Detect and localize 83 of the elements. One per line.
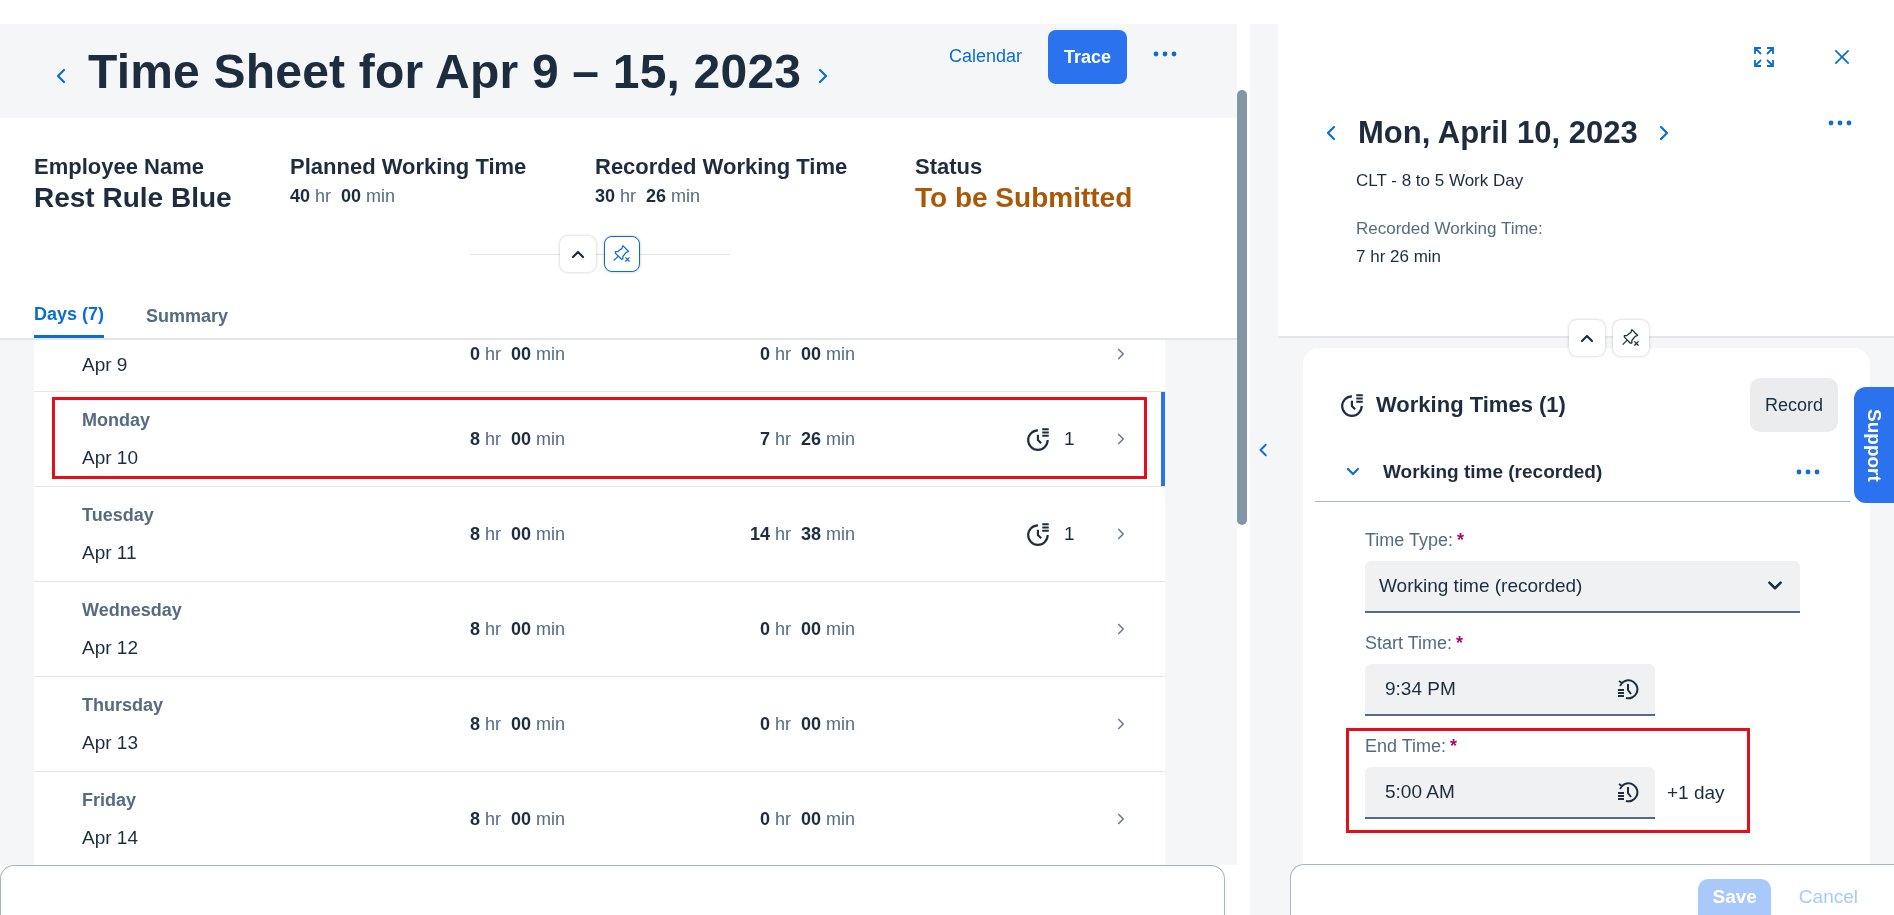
record-button[interactable]: Record bbox=[1749, 378, 1838, 432]
schedule-text: CLT - 8 to 5 Work Day bbox=[1356, 171, 1525, 191]
list-row[interactable]: Wednesday Apr 12 8 hr 00 min 0 hr 00 min bbox=[34, 582, 1165, 677]
chevron-right-icon[interactable] bbox=[1115, 813, 1127, 825]
date-label: Apr 11 bbox=[82, 541, 138, 564]
clock-list-icon bbox=[1026, 426, 1052, 452]
list-row[interactable]: Apr 9 0 hr 00 min 0 hr 00 min bbox=[34, 340, 1165, 392]
required-mark: * bbox=[1450, 736, 1458, 757]
planned-time: 8 hr 00 min bbox=[468, 428, 565, 450]
chevron-right-icon[interactable] bbox=[1115, 528, 1127, 540]
chevron-right-icon[interactable] bbox=[1115, 623, 1127, 635]
list-row[interactable]: Tuesday Apr 11 8 hr 00 min 14 hr 38 min 1 bbox=[34, 487, 1165, 582]
field-label: Time Type: bbox=[1365, 530, 1454, 551]
entry-title: Working time (recorded) bbox=[1383, 460, 1603, 483]
field-value: 30 hr 26 min bbox=[595, 186, 702, 207]
planned-time: 8 hr 00 min bbox=[468, 523, 565, 545]
pin-icon bbox=[1621, 328, 1641, 348]
calendar-link[interactable]: Calendar bbox=[948, 46, 1022, 67]
tab[interactable]: Summary bbox=[146, 290, 229, 338]
required-mark: * bbox=[1457, 530, 1465, 551]
unpin-button[interactable] bbox=[1613, 320, 1649, 356]
date-label: Apr 12 bbox=[82, 636, 139, 659]
field-label: Status bbox=[915, 154, 984, 180]
field-label: Employee Name bbox=[34, 154, 205, 180]
expand-icon[interactable] bbox=[1752, 45, 1776, 69]
weekday-label: Monday bbox=[82, 409, 151, 431]
recorded-time: 0 hr 00 min bbox=[758, 713, 855, 735]
recorded-time: 0 hr 00 min bbox=[758, 344, 855, 365]
pin-icon bbox=[611, 244, 632, 264]
weekday-label: Thursday bbox=[82, 694, 165, 716]
list-row[interactable]: Thursday Apr 13 8 hr 00 min 0 hr 00 min bbox=[34, 677, 1165, 772]
weekday-label: Friday bbox=[82, 789, 138, 811]
date-title: Mon, April 10, 2023 bbox=[1358, 115, 1638, 151]
recorded-time: 7 hr 26 min bbox=[758, 428, 855, 450]
date-label: Apr 10 bbox=[82, 446, 139, 469]
field-label: Recorded Working Time: bbox=[1356, 219, 1544, 239]
more-icon[interactable] bbox=[1828, 119, 1852, 127]
chevron-right-icon[interactable] bbox=[1115, 718, 1127, 730]
unpin-button[interactable] bbox=[603, 236, 640, 272]
weekday-label: Tuesday bbox=[82, 504, 155, 526]
chevron-right-icon[interactable] bbox=[1115, 433, 1127, 445]
close-icon[interactable] bbox=[1832, 47, 1852, 67]
weekday-label: Wednesday bbox=[82, 599, 183, 621]
clock-list-icon bbox=[1340, 392, 1366, 418]
planned-time: 8 hr 00 min bbox=[468, 618, 565, 640]
status-text: To be Submitted bbox=[915, 182, 1133, 214]
more-icon[interactable] bbox=[1153, 50, 1177, 58]
clock-list-icon bbox=[1026, 521, 1052, 547]
day-offset-label: +1 day bbox=[1667, 782, 1725, 804]
time-field[interactable]: 9:34 PM bbox=[1365, 664, 1655, 716]
list-row[interactable]: Monday Apr 10 8 hr 00 min 7 hr 26 min 1 bbox=[34, 392, 1165, 487]
field-value: 7 hr 26 min bbox=[1356, 247, 1443, 267]
required-mark: * bbox=[1456, 633, 1464, 654]
more-icon[interactable] bbox=[1796, 467, 1820, 476]
collapse-header-button[interactable] bbox=[559, 236, 596, 272]
recorded-time: 0 hr 00 min bbox=[758, 808, 855, 830]
planned-time: 8 hr 00 min bbox=[468, 808, 565, 830]
planned-time: 8 hr 00 min bbox=[468, 713, 565, 735]
field-label: Planned Working Time bbox=[290, 154, 528, 180]
dropdown-field[interactable]: Working time (recorded) bbox=[1365, 561, 1800, 613]
entry-count: 1 bbox=[1064, 523, 1076, 545]
planned-time: 0 hr 00 min bbox=[468, 344, 565, 365]
date-label: Apr 14 bbox=[82, 826, 139, 849]
field-label: Start Time: bbox=[1365, 633, 1453, 654]
entry-count: 1 bbox=[1064, 428, 1076, 450]
field-label: Recorded Working Time bbox=[595, 154, 849, 180]
date-label: Apr 9 bbox=[82, 354, 129, 376]
chevron-right-icon[interactable] bbox=[1115, 348, 1127, 360]
recorded-time: 0 hr 00 min bbox=[758, 618, 855, 640]
field-value: Rest Rule Blue bbox=[34, 182, 233, 214]
field-value: 40 hr 00 min bbox=[290, 186, 397, 207]
support-tab[interactable]: Support bbox=[1854, 387, 1894, 503]
field-label: End Time: bbox=[1365, 736, 1447, 757]
date-label: Apr 13 bbox=[82, 731, 139, 754]
clock-history-icon[interactable] bbox=[1615, 780, 1639, 804]
collapse-header-button[interactable] bbox=[1569, 320, 1605, 356]
time-field[interactable]: 5:00 AM bbox=[1365, 767, 1655, 819]
clock-history-icon[interactable] bbox=[1615, 677, 1639, 701]
page-title: Time Sheet for Apr 9 – 15, 2023 bbox=[88, 43, 802, 99]
recorded-time: 14 hr 38 min bbox=[748, 523, 855, 545]
section-title: Working Times (1) bbox=[1376, 392, 1566, 418]
trace-button[interactable]: Trace bbox=[1047, 30, 1127, 84]
scrollbar-thumb[interactable] bbox=[1237, 90, 1247, 525]
